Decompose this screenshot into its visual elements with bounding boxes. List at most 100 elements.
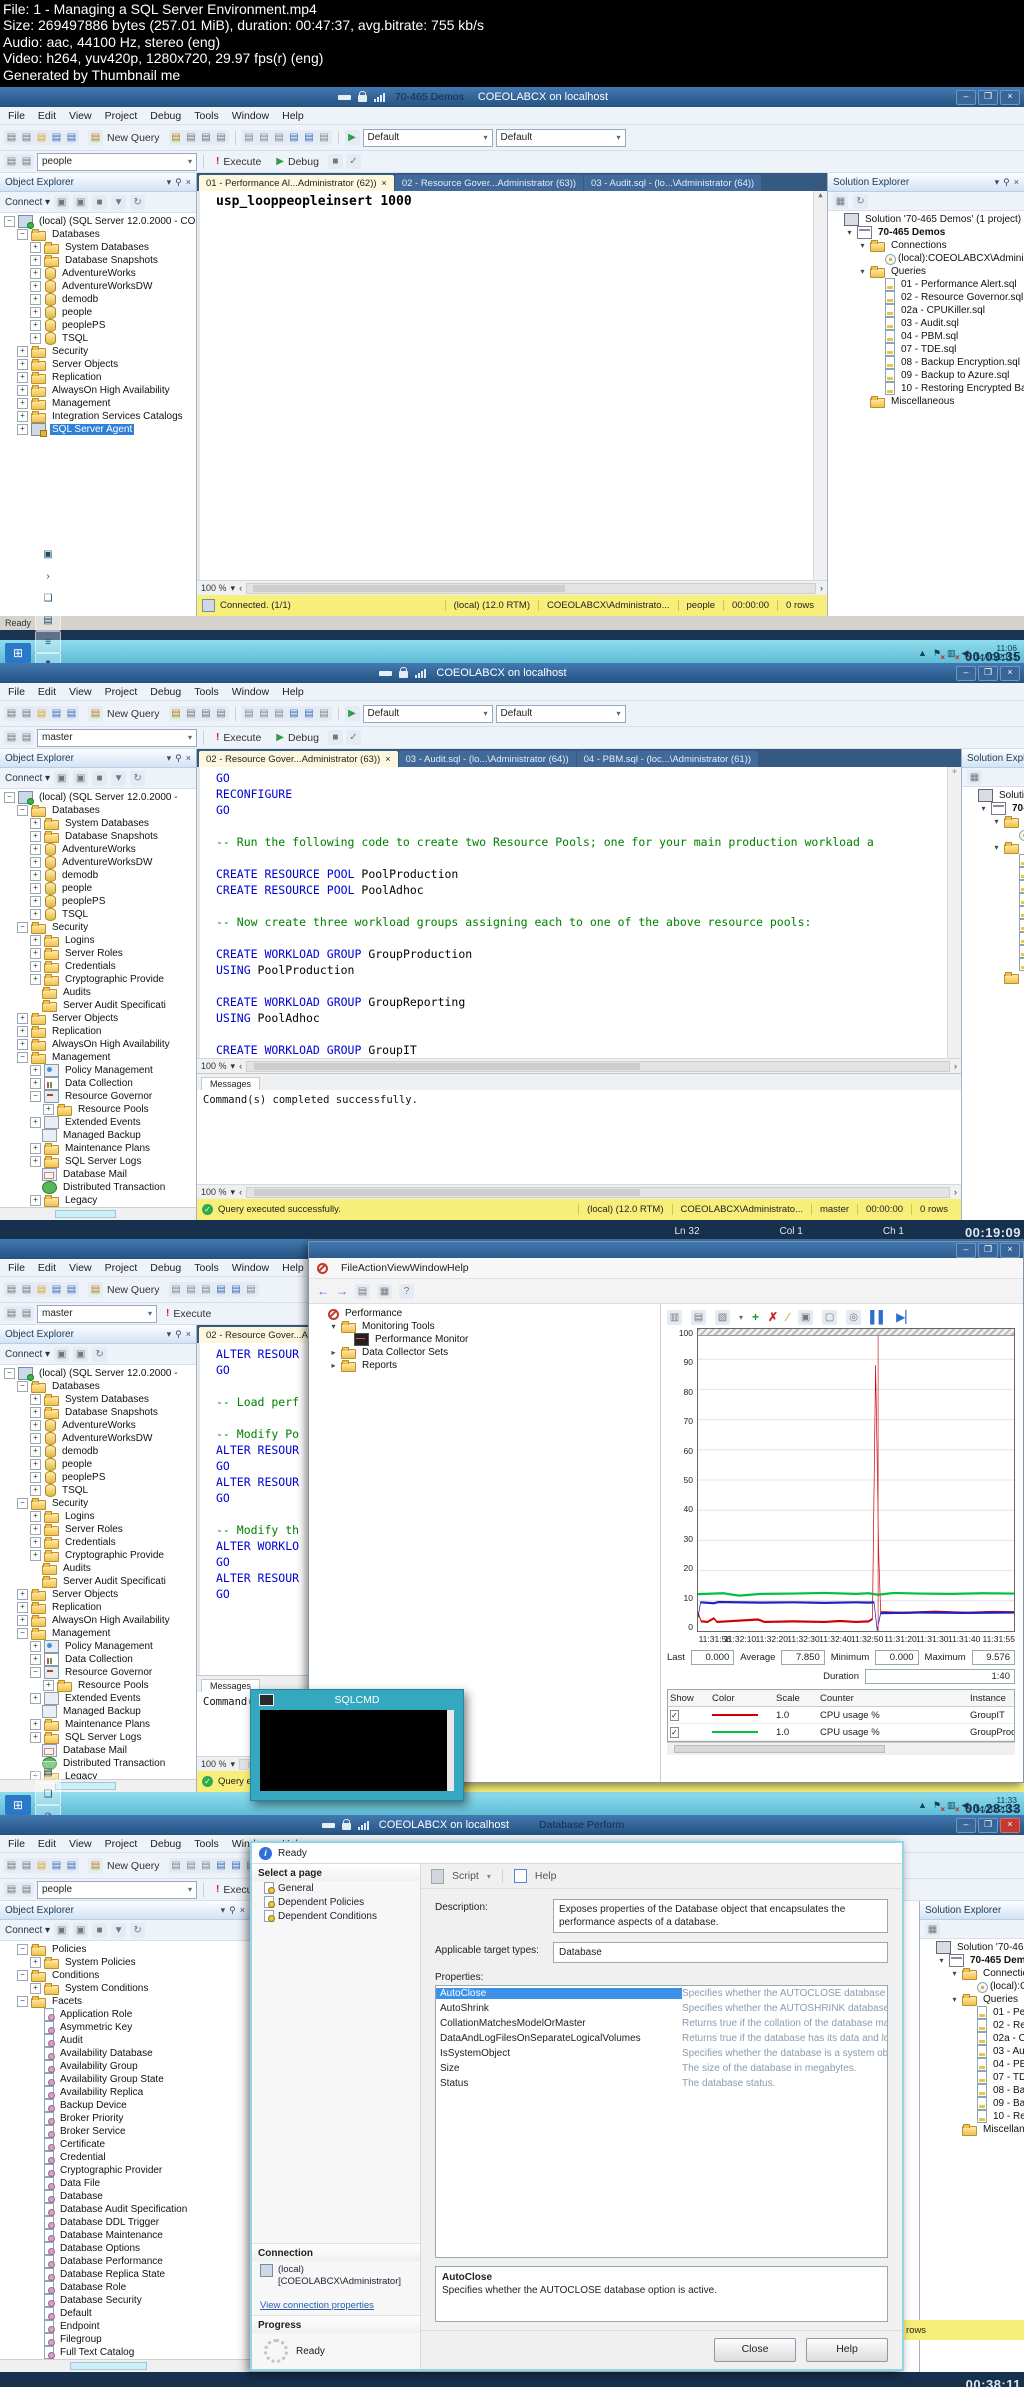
zoom-level[interactable]: 100 % [201,583,227,593]
tree-item[interactable]: (local):COEOLABCX\Administra [962,828,1024,841]
tree-item[interactable]: ▾ 70-465 Demos [828,226,1024,239]
tree-item[interactable]: Miscellaneous [962,971,1024,984]
minimize-button[interactable]: – [956,665,977,681]
tree-item[interactable]: 09 - Backup to Azure.sql [828,369,1024,382]
taskbar-server-manager-icon[interactable]: ▣ [35,543,61,565]
collapse-icon[interactable]: − [17,1498,28,1509]
tree-item[interactable]: Availability Group State [0,2073,250,2086]
menu-item-debug[interactable]: Debug [150,1262,181,1274]
pin-icon[interactable] [337,94,351,100]
collapse-icon[interactable]: − [17,229,28,240]
tree-item[interactable]: Database [0,2190,250,2203]
paste-counter-icon[interactable]: ▢ [822,1309,838,1325]
tree-item[interactable]: + Legacy [0,1194,196,1207]
menu-item-tools[interactable]: Tools [194,1838,219,1850]
debug-button[interactable]: ▶ Debug [270,153,325,171]
tree-item[interactable]: Performance Monitor [312,1333,660,1346]
object-explorer-header[interactable]: Object Explorer ▾ ⚲ × [0,173,196,192]
collapse-icon[interactable]: − [17,1944,28,1955]
expand-icon[interactable]: + [30,1065,41,1076]
editor-tab[interactable]: 03 - Audit.sql - (lo...\Administrator (6… [398,751,576,767]
tree-item[interactable]: + Integration Services Catalogs [0,410,196,423]
title-bar[interactable]: COEOLABCX on localhost Database Perform … [0,1815,1024,1835]
tree-item[interactable]: Filegroup [0,2333,250,2346]
update-data-icon[interactable]: ▶▏ [896,1310,914,1324]
tree-item[interactable]: + Management [0,397,196,410]
save-icon[interactable]: ▤ [49,1858,64,1873]
stop-icon[interactable]: ■ [92,770,108,786]
expand-icon[interactable]: + [30,948,41,959]
tree-item[interactable]: − Facets [0,1995,250,2008]
expand-icon[interactable]: + [30,1446,41,1457]
tree-item[interactable]: + AdventureWorks [0,843,196,856]
ide-icon[interactable]: ▤ [316,130,332,145]
editor-hscrollbar[interactable] [246,582,816,594]
tree-item[interactable]: 03 - Audit.sql [828,317,1024,330]
tree-item[interactable]: Endpoint [0,2320,250,2333]
start-button[interactable]: ⊞ [5,1795,31,1815]
taskbar-notepad-icon[interactable]: ≡ [35,631,61,653]
expand-icon[interactable]: + [43,1104,54,1115]
tree-item[interactable]: Audit [0,2034,250,2047]
new-db-query-icon[interactable]: ▤ [183,706,199,721]
add-counter-icon[interactable]: + [752,1310,759,1324]
paste-icon[interactable]: ▤ [271,130,287,145]
menu-item-view[interactable]: View [69,686,92,698]
tree-item[interactable]: ▾Connections [962,815,1024,828]
tree-item[interactable]: + Server Roles [0,1523,196,1536]
menu-item-help[interactable]: Help [447,1262,469,1274]
collapse-icon[interactable]: − [17,1381,28,1392]
tree-item[interactable]: + Credentials [0,960,196,973]
undo-icon[interactable]: ▤ [213,1282,229,1297]
messages-tab[interactable]: Messages [201,1077,261,1090]
expand-icon[interactable]: + [30,883,41,894]
save-all-icon[interactable]: ▤ [64,706,79,721]
menu-item-window[interactable]: Window [232,110,269,122]
menu-item-window[interactable]: Window [410,1262,447,1274]
tree-item[interactable]: − Databases [0,228,196,241]
tree-item[interactable]: + Data Collection [0,1077,196,1090]
expand-icon[interactable]: + [30,294,41,305]
menu-item-edit[interactable]: Edit [38,1838,56,1850]
zoom-dropdown-icon[interactable]: ▾ [231,1759,236,1770]
collapse-icon[interactable]: − [17,805,28,816]
taskbar-folder-icon[interactable]: ❏ [35,1783,61,1805]
tree-item[interactable]: + demodb [0,293,196,306]
tree-item[interactable]: + AdventureWorks [0,1419,196,1432]
select-page-item[interactable]: General [252,1881,420,1895]
property-row[interactable]: Size The size of the database in megabyte… [436,2061,887,2076]
save-all-icon[interactable]: ▤ [64,130,79,145]
menu-item-project[interactable]: Project [105,1838,138,1850]
expand-icon[interactable]: + [30,268,41,279]
tree-item[interactable]: Distributed Transaction [0,1181,196,1194]
zoom-level[interactable]: 100 % [201,1187,227,1197]
zoom-dropdown-icon[interactable]: ▾ [231,1061,236,1072]
connect-button[interactable]: Connect ▾ [5,1925,50,1936]
expand-icon[interactable]: + [30,1641,41,1652]
pane-pin-icon[interactable]: ⚲ [175,1329,182,1340]
debug-target-combo[interactable]: Default ▾ [362,704,493,723]
tree-item[interactable]: Managed Backup [0,1129,196,1142]
collapse-icon[interactable]: − [30,1667,41,1678]
tree-item[interactable]: + Replication [0,1025,196,1038]
tree-item[interactable]: Audits [0,986,196,999]
sqlcmd-scrollbar[interactable] [447,1710,454,1791]
copy-icon[interactable]: ▤ [183,1858,199,1873]
editor-tab[interactable]: 02 - Resource Gover...Administrator (63)… [394,175,584,191]
tree-item[interactable]: + AdventureWorksDW [0,856,196,869]
close-button[interactable]: × [1000,1817,1021,1833]
change-connection-icon[interactable]: ▤ [19,706,34,721]
expand-icon[interactable]: + [30,1485,41,1496]
expand-icon[interactable]: + [17,1615,28,1626]
tree-item[interactable]: 03 - Audit.sql [920,2045,1024,2058]
new-connection-icon[interactable]: ▤ [4,1858,19,1873]
property-row[interactable]: IsSystemObject Specifies whether the data… [436,2046,887,2061]
tree-item[interactable]: + TSQL [0,332,196,345]
tray-expand-icon[interactable]: ▲ [918,648,927,658]
menu-item-edit[interactable]: Edit [38,110,56,122]
expand-icon[interactable]: + [17,359,28,370]
tree-item[interactable]: + System Policies [0,1956,250,1969]
tree-item[interactable]: + Database Snapshots [0,1406,196,1419]
expand-icon[interactable]: + [30,1693,41,1704]
copy-icon[interactable]: ▤ [256,706,272,721]
